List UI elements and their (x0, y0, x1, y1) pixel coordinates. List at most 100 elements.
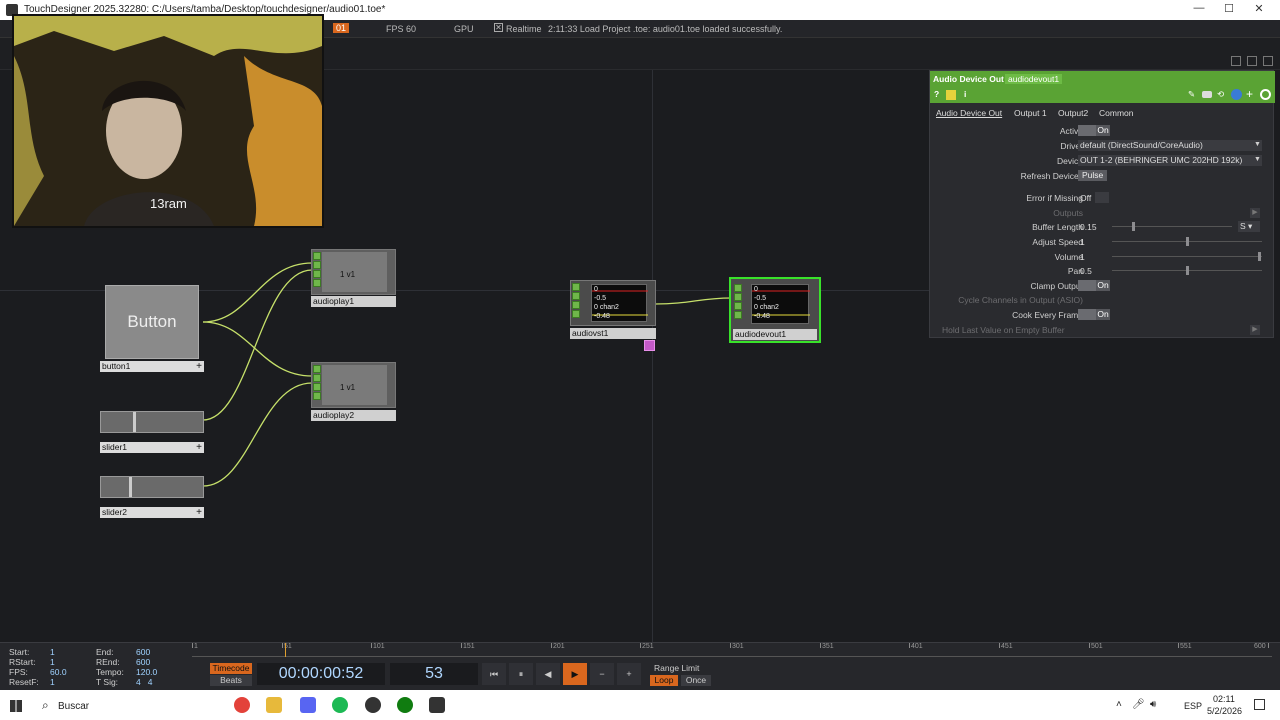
timecode-display[interactable]: 00:00:00:52 (257, 663, 385, 685)
driver-dropdown[interactable]: default (DirectSound/CoreAudio) (1078, 140, 1262, 151)
file-explorer-icon[interactable] (266, 697, 282, 713)
microphone-icon[interactable]: 🎤︎ (1132, 699, 1145, 710)
chevron-down-icon[interactable]: ▼ (1254, 141, 1261, 148)
playhead[interactable] (285, 643, 286, 657)
input-port[interactable] (734, 302, 742, 310)
rstart-value[interactable]: 1 (50, 657, 55, 667)
input-port[interactable] (734, 311, 742, 319)
search-icon[interactable]: ⌕ (42, 698, 49, 713)
slider-knob[interactable] (1132, 222, 1135, 231)
input-port[interactable] (313, 392, 321, 400)
volume-icon[interactable]: 🔊︎ (1150, 699, 1156, 710)
tab-audio-device-out[interactable]: Audio Device Out (936, 108, 1002, 118)
input-port[interactable] (313, 261, 321, 269)
chrome-icon[interactable] (234, 697, 250, 713)
comment-icon[interactable] (1202, 91, 1212, 98)
active-toggle[interactable]: On (1078, 125, 1110, 136)
taskbar-lang[interactable]: ESP (1184, 701, 1202, 711)
input-port[interactable] (572, 292, 580, 300)
plus-icon[interactable]: + (196, 507, 202, 518)
spotify-icon[interactable] (332, 697, 348, 713)
pane-maximize-icon[interactable] (1247, 56, 1257, 66)
tsig-value[interactable]: 4 4 (136, 677, 153, 687)
tray-chevron-icon[interactable]: ˄ (1116, 699, 1122, 710)
end-value[interactable]: 600 (136, 647, 150, 657)
audioplay1-node[interactable]: 1 v1 (311, 249, 396, 295)
input-port[interactable] (734, 293, 742, 301)
error-missing-value[interactable]: Off (1080, 193, 1091, 203)
slider2-handle[interactable] (129, 477, 132, 497)
tab-common[interactable]: Common (1099, 108, 1133, 118)
clamp-toggle[interactable]: On (1078, 280, 1110, 291)
unit-dropdown[interactable]: S ▾ (1238, 221, 1260, 232)
windows-start-icon[interactable] (10, 700, 22, 712)
cook-every-toggle[interactable]: On (1078, 309, 1110, 320)
start-value[interactable]: 1 (50, 647, 55, 657)
fps-info-value[interactable]: 60.0 (50, 667, 67, 677)
realtime-checkbox[interactable]: ✕ (494, 23, 503, 32)
button-node[interactable]: Button (105, 285, 199, 359)
globe-icon[interactable] (1231, 89, 1242, 100)
discord-icon[interactable] (300, 697, 316, 713)
tab-output-2[interactable]: Output2 (1058, 108, 1088, 118)
beats-mode-button[interactable]: Beats (210, 675, 252, 686)
taskbar-time[interactable]: 02:11 (1213, 694, 1235, 704)
slider2-node[interactable] (100, 476, 204, 498)
error-missing-toggle[interactable] (1095, 192, 1109, 203)
once-button[interactable]: Once (681, 675, 711, 686)
input-port[interactable] (313, 279, 321, 287)
slider1-label[interactable]: slider1 + (100, 442, 204, 453)
refresh-pulse-button[interactable]: Pulse (1078, 170, 1108, 181)
input-port[interactable] (572, 310, 580, 318)
xbox-icon[interactable] (397, 697, 413, 713)
pan-value[interactable]: 0.5 (1080, 266, 1092, 276)
add-icon[interactable]: + (1246, 87, 1253, 101)
notification-icon[interactable] (1254, 699, 1265, 710)
target-icon[interactable] (1260, 89, 1271, 100)
step-back-icon[interactable]: ◀ (536, 663, 560, 685)
audioplay2-node[interactable]: 1 v1 (311, 362, 396, 408)
taskbar-search[interactable]: Buscar (58, 701, 89, 712)
slider-knob[interactable] (1186, 237, 1189, 246)
volume-value[interactable]: 1 (1080, 252, 1085, 262)
audiovst1-label[interactable]: audiovst1 (570, 328, 656, 339)
input-port[interactable] (313, 374, 321, 382)
tempo-value[interactable]: 120.0 (136, 667, 157, 677)
maximize-button[interactable]: ☐ (1214, 2, 1244, 18)
expand-icon[interactable]: ▶ (1250, 208, 1260, 218)
expand-icon[interactable]: ▶ (1250, 325, 1260, 335)
audioplay1-label[interactable]: audioplay1 (311, 296, 396, 307)
audioplay2-label[interactable]: audioplay2 (311, 410, 396, 421)
touchdesigner-icon[interactable] (429, 697, 445, 713)
slider1-node[interactable] (100, 411, 204, 433)
slider1-handle[interactable] (133, 412, 136, 432)
rend-value[interactable]: 600 (136, 657, 150, 667)
tab-output-1[interactable]: Output 1 (1014, 108, 1047, 118)
info-icon[interactable]: i (964, 89, 966, 99)
pause-icon[interactable]: ⏸ (509, 663, 533, 685)
edit-icon[interactable]: ✎ (1188, 89, 1195, 100)
error-badge[interactable]: 01 (333, 23, 350, 33)
minimize-button[interactable]: — (1184, 2, 1214, 18)
skip-back-icon[interactable]: ⏮ (482, 663, 506, 685)
buffer-length-slider[interactable] (1112, 226, 1232, 227)
plus-icon[interactable]: + (196, 442, 202, 453)
step-minus-icon[interactable]: − (590, 663, 614, 685)
step-forward-icon[interactable]: + (617, 663, 641, 685)
buffer-length-value[interactable]: 0.15 (1080, 222, 1097, 232)
pane-close-icon[interactable] (1263, 56, 1273, 66)
compare-icon[interactable]: ⟲ (1217, 89, 1224, 100)
obs-icon[interactable] (365, 697, 381, 713)
adjust-speed-value[interactable]: 1 (1080, 237, 1085, 247)
slider-knob[interactable] (1258, 252, 1261, 261)
slider-knob[interactable] (1186, 266, 1189, 275)
loop-button[interactable]: Loop (650, 675, 678, 686)
chevron-down-icon[interactable]: ▼ (1254, 156, 1261, 163)
device-dropdown[interactable]: OUT 1-2 (BEHRINGER UMC 202HD 192k) (1078, 155, 1262, 166)
input-port[interactable] (572, 301, 580, 309)
slider2-label[interactable]: slider2 + (100, 507, 204, 518)
button-node-label[interactable]: button1 + (100, 361, 204, 372)
input-port[interactable] (313, 252, 321, 260)
volume-slider[interactable] (1112, 256, 1262, 257)
resetf-value[interactable]: 1 (50, 677, 55, 687)
